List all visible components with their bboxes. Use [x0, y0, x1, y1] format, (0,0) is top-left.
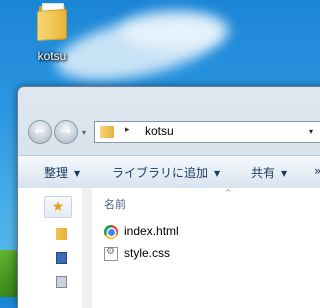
navigation-bar: ← → ▾ ▸ kotsu ▾ ⟳: [26, 120, 320, 148]
share-label: 共有: [251, 166, 276, 180]
folder-icon: [37, 2, 67, 42]
chevron-down-icon: ▼: [214, 169, 221, 178]
forward-arrow-icon: →: [60, 124, 72, 139]
network-icon[interactable]: [56, 276, 67, 288]
file-name: index.html: [124, 224, 179, 238]
chrome-html-icon: [104, 225, 118, 239]
organize-button[interactable]: 整理 ▼: [44, 164, 80, 181]
libraries-folder-icon[interactable]: [56, 228, 67, 240]
forward-button[interactable]: →: [54, 120, 78, 144]
address-bar[interactable]: ▸ kotsu ▾ ⟳: [94, 121, 320, 143]
organize-label: 整理: [44, 166, 69, 180]
css-file-icon: [104, 246, 118, 261]
computer-icon[interactable]: [56, 252, 67, 264]
file-name: style.css: [124, 246, 171, 260]
back-arrow-icon: ←: [34, 124, 46, 139]
include-in-library-label: ライブラリに追加: [112, 166, 209, 180]
favorites-star-icon[interactable]: ★: [44, 196, 72, 218]
command-toolbar: 整理 ▼ ライブラリに追加 ▼ 共有 ▼ »: [18, 155, 320, 189]
column-header-name[interactable]: 名前: [104, 196, 126, 212]
include-in-library-button[interactable]: ライブラリに追加 ▼: [112, 164, 220, 181]
explorer-window: ← → ▾ ▸ kotsu ▾ ⟳ 整理 ▼ ライブラリに追加 ▼ 共有 ▼ » ★: [17, 86, 320, 308]
chevron-down-icon: ▼: [281, 169, 288, 178]
chevron-down-icon: ▼: [74, 169, 81, 178]
desktop-folder-kotsu[interactable]: kotsu: [28, 2, 76, 63]
breadcrumb-current-folder[interactable]: kotsu: [145, 124, 174, 138]
desktop-cloud: [120, 10, 230, 50]
folder-icon: [100, 126, 114, 138]
recent-pages-dropdown[interactable]: ▾: [82, 128, 86, 137]
breadcrumb-separator-icon[interactable]: ▸: [125, 125, 130, 135]
navigation-pane-splitter[interactable]: [82, 188, 92, 308]
share-button[interactable]: 共有 ▼: [251, 164, 287, 181]
more-commands-button[interactable]: »: [314, 164, 320, 178]
navigation-pane: ★: [18, 188, 83, 308]
desktop-folder-label: kotsu: [37, 49, 67, 63]
back-button[interactable]: ←: [28, 120, 52, 144]
sort-ascending-icon: ^: [225, 188, 232, 197]
address-dropdown-icon[interactable]: ▾: [309, 127, 313, 136]
file-list: 名前 ^ index.html style.css: [92, 188, 320, 308]
